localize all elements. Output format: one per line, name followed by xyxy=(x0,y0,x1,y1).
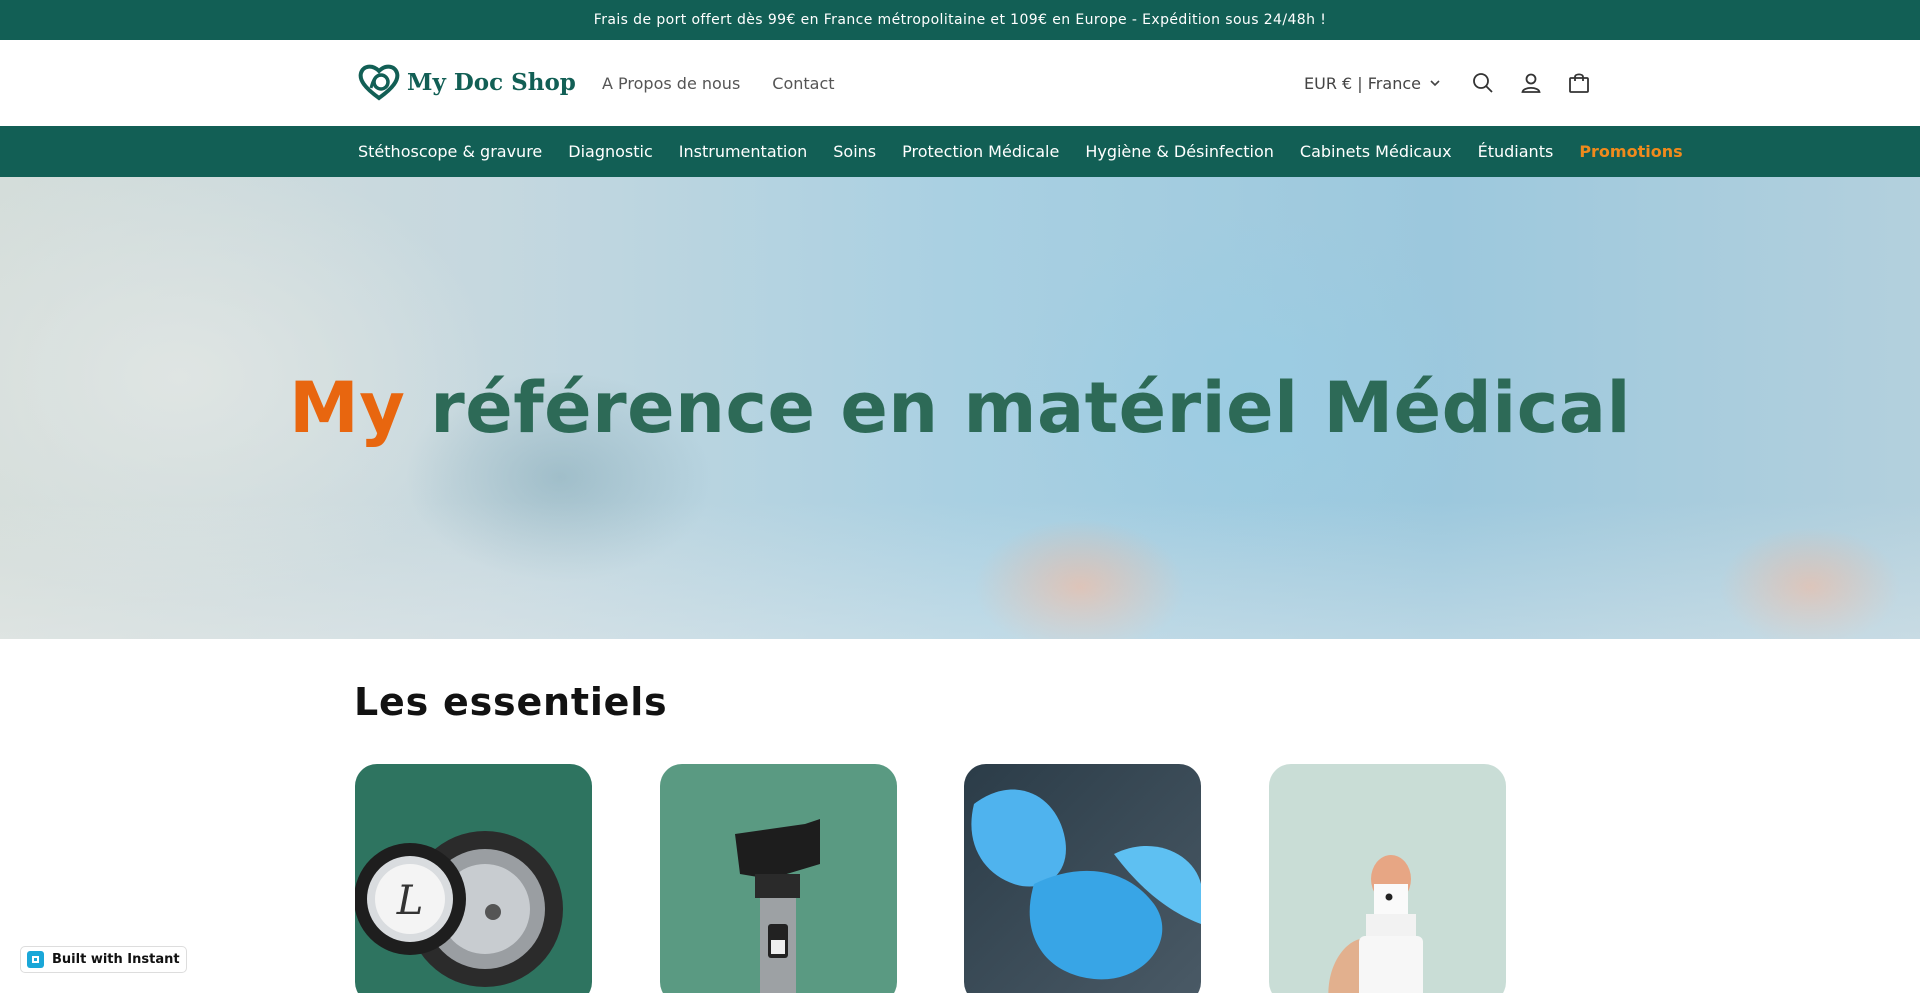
nav-item-cabinets[interactable]: Cabinets Médicaux xyxy=(1300,142,1452,161)
link-contact[interactable]: Contact xyxy=(772,74,834,93)
cart-button[interactable] xyxy=(1555,59,1603,107)
cart-icon xyxy=(1569,73,1589,93)
search-icon xyxy=(1473,73,1493,93)
link-about[interactable]: A Propos de nous xyxy=(602,74,740,93)
essential-card-gloves[interactable] xyxy=(964,764,1201,993)
logo-text: My Doc Shop xyxy=(407,68,576,96)
nav-item-protection[interactable]: Protection Médicale xyxy=(902,142,1059,161)
stethoscope-image: L xyxy=(355,831,563,987)
account-icon xyxy=(1521,73,1541,93)
badge-label: Built with Instant xyxy=(52,952,180,967)
built-with-instant-badge[interactable]: Built with Instant xyxy=(20,946,187,973)
spray-bottle-image xyxy=(1328,855,1423,993)
essential-card-spray[interactable] xyxy=(1269,764,1506,993)
nav-item-stethoscope[interactable]: Stéthoscope & gravure xyxy=(358,142,542,161)
chevron-down-icon xyxy=(1430,80,1440,87)
essentials-title: Les essentiels xyxy=(354,680,668,724)
hero-banner: My référence en matériel Médical xyxy=(0,177,1920,639)
header-actions: EUR € | France xyxy=(1304,40,1603,126)
header-links: A Propos de nous Contact xyxy=(602,40,835,126)
otoscope-image xyxy=(735,819,820,993)
currency-selector[interactable]: EUR € | France xyxy=(1304,74,1441,93)
account-button[interactable] xyxy=(1507,59,1555,107)
nav-item-soins[interactable]: Soins xyxy=(833,142,876,161)
hero-title-rest: référence en matériel Médical xyxy=(405,367,1631,449)
nav-item-hygiene[interactable]: Hygiène & Désinfection xyxy=(1085,142,1274,161)
hero-title-highlight: My xyxy=(289,367,406,449)
gloves-image xyxy=(971,789,1201,980)
nav-item-etudiants[interactable]: Étudiants xyxy=(1478,142,1554,161)
logo-link[interactable]: My Doc Shop xyxy=(357,62,576,102)
essential-card-otoscope[interactable] xyxy=(660,764,897,993)
announcement-bar: Frais de port offert dès 99€ en France m… xyxy=(0,0,1920,40)
nav-item-instrumentation[interactable]: Instrumentation xyxy=(679,142,807,161)
currency-label: EUR € | France xyxy=(1304,73,1421,93)
main-navigation: Stéthoscope & gravure Diagnostic Instrum… xyxy=(0,126,1920,177)
svg-text:L: L xyxy=(396,878,424,924)
nav-item-diagnostic[interactable]: Diagnostic xyxy=(568,142,653,161)
logo-icon xyxy=(358,64,400,101)
announcement-text: Frais de port offert dès 99€ en France m… xyxy=(593,12,1327,28)
instant-logo-icon xyxy=(27,951,44,968)
essential-card-stethoscope[interactable]: L xyxy=(355,764,592,993)
hero-title: My référence en matériel Médical xyxy=(0,367,1920,449)
search-button[interactable] xyxy=(1459,59,1507,107)
nav-item-promotions[interactable]: Promotions xyxy=(1579,142,1682,161)
site-header: My Doc Shop A Propos de nous Contact EUR… xyxy=(0,40,1920,126)
